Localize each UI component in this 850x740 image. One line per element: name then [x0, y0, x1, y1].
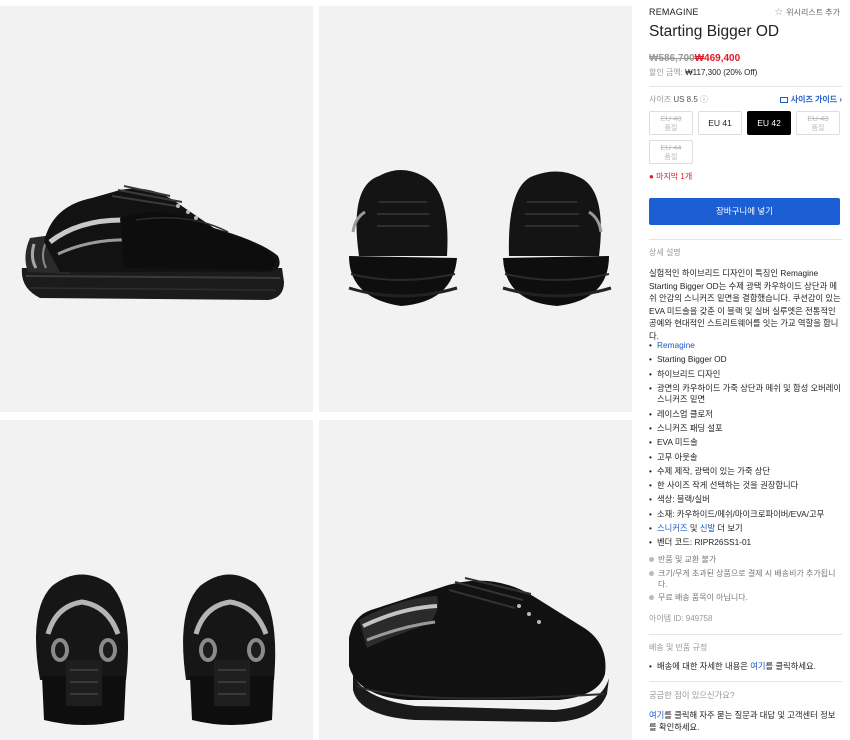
add-to-cart-button[interactable]: 장바구니에 넣기	[649, 198, 840, 225]
size-option-eu41[interactable]: EU 41	[698, 111, 742, 135]
size-option-label: EU 43	[807, 114, 829, 123]
size-guide-link[interactable]: 사이즈 가이드 ›	[779, 95, 842, 106]
shoe-back-view-image[interactable]	[0, 420, 313, 740]
shipping-note: 배송에 대한 자세한 내용은 여기를 클릭하세요.	[649, 661, 816, 672]
sneakers-link[interactable]: 스니커즈	[657, 523, 688, 533]
faq-link[interactable]: 여기	[649, 710, 664, 720]
note-item: 크기/무게 초과된 상품으로 결제 시 배송비가 추가됩니다.	[649, 568, 842, 590]
policy-notes: 반품 및 교환 불가 크기/무게 초과된 상품으로 결제 시 배송비가 추가됩니…	[649, 554, 842, 606]
product-image-gallery	[0, 6, 632, 740]
list-item: 레이스업 클로저	[649, 409, 842, 421]
list-item: 광면의 카우하이드 가죽 상단과 메쉬 및 합성 오버레이 스니커즈 밑면	[649, 383, 842, 406]
product-title: Starting Bigger OD	[649, 23, 780, 40]
feature-list: Remagine Starting Bigger OD 하이브리드 디자인 광면…	[649, 340, 842, 552]
stock-warning-text: 마지막 1개	[656, 172, 693, 181]
product-description: 실험적인 하이브리드 디자인이 특징인 Remagine Starting Bi…	[649, 268, 841, 341]
size-option-label: EU 40	[660, 114, 682, 123]
wishlist-label: 위시리스트 추가	[786, 8, 840, 17]
price-row: ₩586,700₩469,400	[649, 52, 740, 66]
list-item: 스니커즈 패딩 설포	[649, 423, 842, 435]
size-label: 사이즈	[649, 95, 672, 104]
item-id: 아이템 ID: 949758	[649, 614, 713, 623]
list-item-text: 하이브리드 디자인	[657, 368, 721, 379]
note-item: 무료 배송 품목이 아닙니다.	[649, 592, 842, 603]
brand-name[interactable]: REMAGINE	[649, 6, 699, 18]
list-item[interactable]: Remagine	[649, 340, 842, 352]
shoe-front-view-icon	[348, 170, 612, 306]
list-item: EVA 미드솔	[649, 437, 842, 449]
size-guide-label: 사이즈 가이드	[790, 95, 838, 104]
sold-out-label: 품절	[664, 154, 678, 162]
discount-info: 할인 금액: ₩117,300 (20% Off)	[649, 68, 757, 79]
divider	[649, 634, 842, 635]
size-option-label: EU 41	[708, 118, 732, 128]
list-item-text: Starting Bigger OD	[657, 354, 727, 365]
list-item-text: 및	[689, 523, 698, 534]
sold-out-label: 품절	[811, 125, 825, 133]
questions-body: 여기를 클릭해 자주 묻는 질문과 대답 및 고객센터 정보를 확인하세요.	[649, 709, 842, 733]
shoes-link[interactable]: 신발	[700, 523, 715, 533]
star-icon: ☆	[774, 7, 784, 18]
details-section-title: 상세 설명	[649, 248, 681, 257]
shoe-side-view-image[interactable]	[0, 6, 313, 412]
size-option-eu40[interactable]: EU 40 품절	[649, 111, 693, 135]
brand-row: REMAGINE ☆ 위시리스트 추가	[649, 6, 842, 18]
size-option-label: EU 44	[660, 143, 682, 152]
size-option-eu43[interactable]: EU 43 품절	[796, 111, 840, 135]
list-item: 고무 아웃솔	[649, 452, 842, 464]
shoe-angle-view-image[interactable]	[319, 420, 632, 740]
list-item-text: 색상: 블랙/실버	[657, 494, 710, 505]
discount-label: 할인 금액:	[649, 68, 683, 77]
list-item: 스니커즈 및 신발 더 보기	[649, 523, 842, 535]
divider	[649, 239, 842, 240]
info-icon[interactable]: ⓘ	[700, 95, 708, 104]
list-item-text: 더 보기	[717, 523, 743, 534]
sale-price: ₩469,400	[694, 53, 741, 64]
original-price: ₩586,700	[649, 53, 695, 64]
wishlist-button[interactable]: ☆ 위시리스트 추가	[774, 6, 840, 20]
vendor-code: 벤더 코드: RIPR26SS1-01	[657, 537, 752, 548]
list-item: 색상: 블랙/실버	[649, 494, 842, 506]
sold-out-label: 품절	[664, 125, 678, 133]
divider	[649, 86, 842, 87]
size-selector-header: 사이즈 US 8.5 ⓘ 사이즈 가이드 ›	[649, 95, 842, 106]
list-item-text: 수제 제작, 광택이 있는 가죽 상단	[657, 465, 771, 476]
shipping-info-link[interactable]: 여기	[750, 661, 765, 671]
discount-value: ₩117,300 (20% Off)	[685, 68, 758, 77]
divider	[649, 681, 842, 682]
shipping-section-title: 배송 및 반품 규정	[649, 643, 708, 652]
list-item-text: 고무 아웃솔	[657, 451, 698, 462]
size-option-eu44[interactable]: EU 44 품절	[649, 140, 693, 164]
size-option-label: EU 42	[757, 118, 781, 128]
brand-link[interactable]: Remagine	[657, 340, 695, 350]
questions-body-text: 를 클릭해 자주 묻는 질문과 대답 및 고객센터 정보를 확인하세요.	[649, 710, 836, 732]
shipping-note-text: 를 클릭하세요.	[765, 661, 816, 671]
shoe-back-view-icon	[36, 574, 276, 725]
product-info-panel: REMAGINE ☆ 위시리스트 추가 Starting Bigger OD ₩5…	[649, 0, 842, 740]
note-item: 반품 및 교환 불가	[649, 554, 842, 565]
list-item: 벤더 코드: RIPR26SS1-01	[649, 537, 842, 549]
selected-size: US 8.5	[673, 95, 698, 104]
size-option-eu42[interactable]: EU 42	[747, 111, 791, 135]
list-item-text: 소재: 카우하이드/메쉬/마이크로파이버/EVA/고무	[657, 508, 825, 519]
stock-warning: ● 마지막 1개	[649, 172, 692, 183]
list-item-text: EVA 미드솔	[657, 437, 698, 448]
questions-title: 궁금한 점이 있으신가요?	[649, 690, 735, 700]
list-item: 한 사이즈 작게 선택하는 것을 권장합니다	[649, 480, 842, 492]
shoe-angle-view-icon	[349, 577, 609, 722]
list-item: Starting Bigger OD	[649, 354, 842, 366]
list-item-text: 광면의 카우하이드 가죽 상단과 메쉬 및 합성 오버레이 스니커즈 밑면	[657, 382, 842, 405]
ruler-icon	[779, 96, 788, 103]
list-item-text: 스니커즈 패딩 설포	[657, 422, 723, 433]
list-item: 수제 제작, 광택이 있는 가죽 상단	[649, 466, 842, 478]
shoe-front-view-image[interactable]	[319, 6, 632, 412]
shipping-note-text: 배송에 대한 자세한 내용은	[657, 661, 748, 671]
shoe-side-view-icon	[21, 185, 285, 300]
list-item-text: 한 사이즈 작게 선택하는 것을 권장합니다	[657, 480, 799, 491]
list-item: 소재: 카우하이드/메쉬/마이크로파이버/EVA/고무	[649, 509, 842, 521]
list-item: 하이브리드 디자인	[649, 369, 842, 381]
flame-icon: ●	[649, 172, 654, 181]
list-item-text: 레이스업 클로저	[657, 408, 713, 419]
